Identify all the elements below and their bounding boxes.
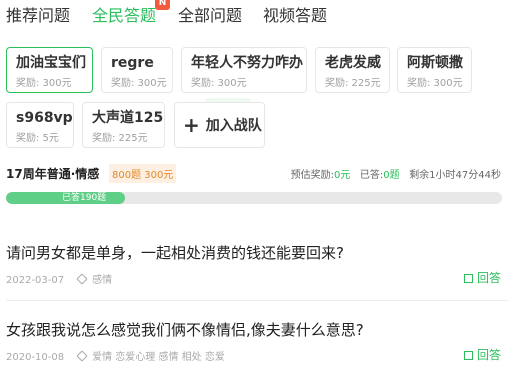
team-card[interactable]: s968vp 奖励: 5元 [6,102,74,148]
join-team-button[interactable]: + 加入战队 [174,102,265,148]
question-tags: 感情 [92,275,113,286]
team-reward: 奖励: 225元 [325,78,381,89]
team-reward: 奖励: 300元 [111,78,167,89]
tab-recommended[interactable]: 推荐问题 [6,2,70,26]
edit-icon [463,274,473,283]
team-reward: 奖励: 300元 [16,78,72,89]
team-name: s968vp [16,110,73,126]
join-team-label: 加入战队 [205,118,262,134]
team-name: 阿斯顿撒 [407,55,463,71]
team-card[interactable]: 阿斯顿撒 奖励: 300元 [397,47,472,93]
question-meta: 2020-10-08 爱情 恋爱心理 感情 相处 恋爱 [6,348,225,363]
team-card[interactable]: 加油宝宝们 奖励: 300元 [6,47,93,93]
edit-icon [463,351,473,360]
quiz-stats: 预估奖励:0元 已答:0题 剩余1小时47分44秒 [291,166,501,181]
tab-quiz[interactable]: 全民答题 [92,2,156,26]
remaining-time: 剩余1小时47分44秒 [409,170,501,181]
team-card[interactable]: 年轻人不努力咋办 奖励: 300元 [181,47,307,93]
new-badge: N [155,0,170,10]
team-name: 加油宝宝们 [16,55,86,71]
answer-button[interactable]: 回答 [463,269,501,286]
tab-all-questions[interactable]: 全部问题 [178,2,242,26]
answer-label: 回答 [476,348,501,362]
plus-icon: + [183,113,200,137]
answer-button[interactable]: 回答 [463,346,501,363]
progress-bar: 已答190题 [6,192,502,204]
answered-label: 已答: [359,170,384,181]
question-item: 请问男女都是单身，一起相处消费的钱还能要回来? 2022-03-07 感情 回答 [6,242,509,286]
tab-bar: 推荐问题 全民答题 N 全部问题 视频答题 [0,0,515,30]
points-badge: 800题 300元 [109,164,177,183]
team-reward: 奖励: 225元 [92,133,148,144]
question-tags: 爱情 恋爱心理 感情 相处 恋爱 [92,352,225,363]
question-item: 女孩跟我说怎么感觉我们俩不像情侣,像夫妻什么意思? 2020-10-08 爱情 恋… [6,319,509,363]
progress-text: 已答190题 [62,193,107,203]
team-reward: 奖励: 300元 [407,78,463,89]
team-card[interactable]: 大声道125 奖励: 225元 [82,102,165,148]
question-title[interactable]: 女孩跟我说怎么感觉我们俩不像情侣,像夫妻什么意思? [6,319,509,340]
quiz-status: 17周年普通·情感 800题 300元 预估奖励:0元 已答:0题 剩余1小时4… [6,164,509,183]
question-date: 2020-10-08 [6,352,65,363]
tag-icon [76,273,88,285]
team-card[interactable]: regre 奖励: 300元 [101,47,173,93]
team-card[interactable]: 老虎发威 奖励: 225元 [315,47,390,93]
question-date: 2022-03-07 [6,275,65,286]
team-reward: 奖励: 300元 [191,78,247,89]
team-name: regre [111,55,154,71]
quiz-title: 17周年普通·情感 [6,167,100,181]
answer-label: 回答 [476,271,501,285]
tag-icon [76,350,88,362]
answered-value: 0题 [383,170,400,181]
team-reward: 奖励: 5元 [16,133,59,144]
team-name: 大声道125 [92,110,164,126]
estimated-reward-value: 0元 [333,170,351,181]
question-meta: 2022-03-07 感情 [6,271,112,286]
tab-video-quiz[interactable]: 视频答题 [263,2,327,26]
team-name: 年轻人不努力咋办 [191,55,303,71]
estimated-reward-label: 预估奖励: [290,170,334,181]
team-name: 老虎发威 [325,55,381,71]
divider [6,300,509,301]
question-title[interactable]: 请问男女都是单身，一起相处消费的钱还能要回来? [6,242,509,263]
